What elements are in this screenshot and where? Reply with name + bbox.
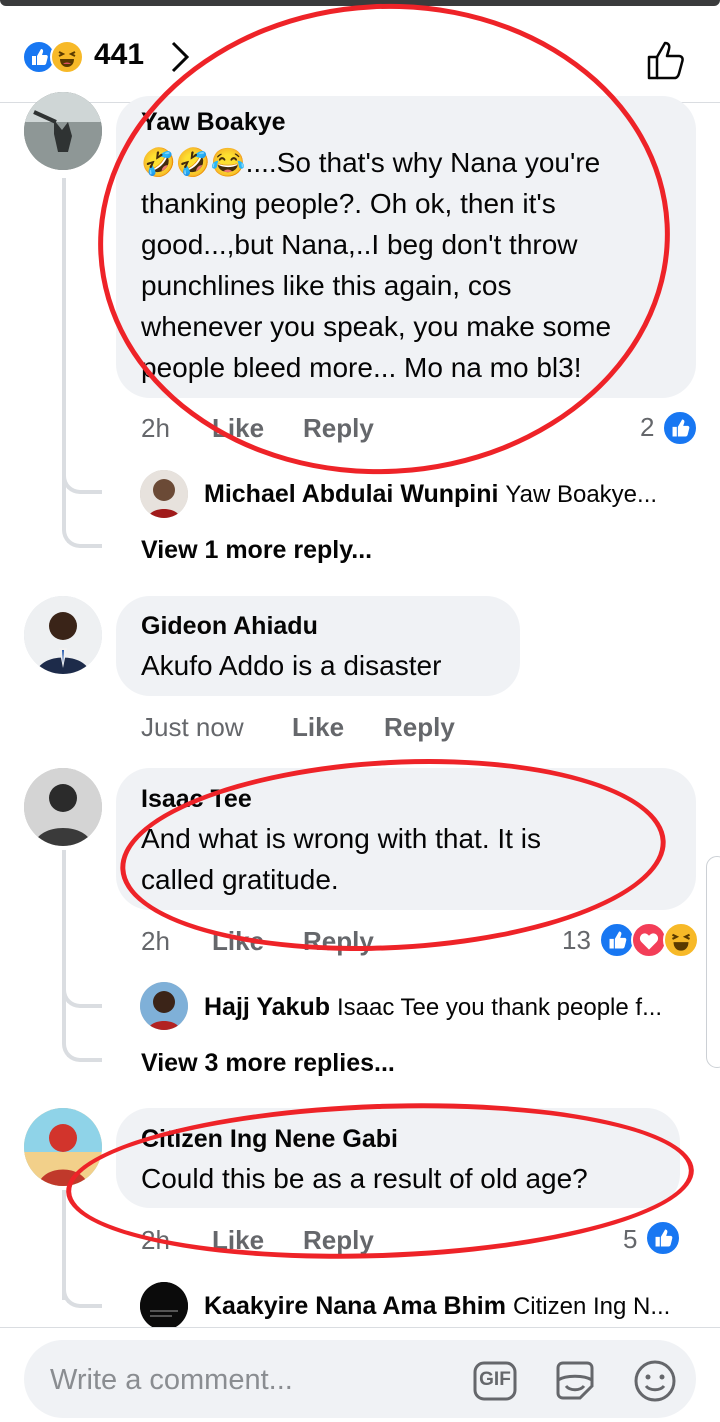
comment-author[interactable]: Isaac Tee <box>141 785 252 814</box>
like-button[interactable]: Like <box>212 413 264 444</box>
reactions-header: 441 <box>0 6 720 103</box>
like-button[interactable]: Like <box>212 926 264 957</box>
sticker-icon[interactable] <box>552 1358 598 1404</box>
chevron-right-icon[interactable] <box>168 40 192 74</box>
avatar[interactable] <box>140 470 188 518</box>
comment-text-line: And what is wrong with that. It is <box>141 823 541 854</box>
like-button[interactable]: Like <box>292 712 344 743</box>
thread-connector <box>62 982 102 1008</box>
comment-text-line: punchlines like this again, cos <box>141 270 512 301</box>
gif-button[interactable]: GIF <box>472 1358 518 1404</box>
emoji-icon[interactable] <box>632 1358 678 1404</box>
reaction-count[interactable]: 5 <box>623 1224 637 1255</box>
view-more-replies-link[interactable]: View 1 more reply... <box>141 536 372 565</box>
reaction-count[interactable]: 13 <box>562 925 591 956</box>
comment-time[interactable]: 2h <box>141 413 170 444</box>
comment-text-line: good...,but Nana,..I beg don't throw <box>141 229 578 260</box>
avatar[interactable] <box>24 92 102 170</box>
comment-time[interactable]: 2h <box>141 1225 170 1256</box>
comment-input-container[interactable]: GIF <box>24 1340 696 1420</box>
comment-author[interactable]: Gideon Ahiadu <box>141 612 318 641</box>
thread-line <box>62 850 66 1040</box>
comment-text-line: whenever you speak, you make some <box>141 311 612 342</box>
avatar[interactable] <box>24 596 102 674</box>
comment-text-line: people bleed more... Mo na mo bl3! <box>141 352 582 383</box>
reply-button[interactable]: Reply <box>303 926 374 957</box>
comment-time[interactable]: 2h <box>141 926 170 957</box>
reply-preview[interactable]: Kaakyire Nana Ama Bhim Citizen Ing N... <box>204 1292 694 1321</box>
reply-button[interactable]: Reply <box>303 1225 374 1256</box>
avatar[interactable] <box>24 768 102 846</box>
like-icon <box>599 922 635 958</box>
comment-time[interactable]: Just now <box>141 712 244 743</box>
like-icon <box>645 1220 681 1256</box>
thread-connector <box>62 468 102 494</box>
reply-button[interactable]: Reply <box>384 712 455 743</box>
thread-connector <box>62 1036 102 1062</box>
reply-preview[interactable]: Michael Abdulai Wunpini Yaw Boakye... <box>204 480 694 509</box>
reply-author[interactable]: Hajj Yakub <box>204 993 330 1021</box>
reaction-count[interactable]: 2 <box>640 412 654 443</box>
thumbs-up-icon[interactable] <box>644 38 690 84</box>
haha-icon <box>50 40 84 74</box>
comment-input[interactable] <box>48 1340 452 1420</box>
reaction-count[interactable]: 441 <box>94 38 144 72</box>
comment-text-line: called gratitude. <box>141 864 339 895</box>
reply-button[interactable]: Reply <box>303 413 374 444</box>
comment-text-line: 🤣🤣😂....So that's why Nana you're <box>141 147 601 178</box>
like-icon <box>662 410 698 446</box>
love-icon <box>631 922 667 958</box>
haha-icon <box>663 922 699 958</box>
reply-text: Isaac Tee you thank people f... <box>336 994 663 1021</box>
comment-text-line: Akufo Addo is a disaster <box>141 650 442 681</box>
view-more-replies-link[interactable]: View 3 more replies... <box>141 1049 395 1078</box>
reply-text: Citizen Ing N... <box>512 1293 671 1320</box>
scroll-handle[interactable] <box>706 856 720 1068</box>
like-button[interactable]: Like <box>212 1225 264 1256</box>
avatar[interactable] <box>140 982 188 1030</box>
comment-composer: GIF <box>0 1327 720 1422</box>
thread-connector <box>62 522 102 548</box>
reply-text: Yaw Boakye... <box>505 481 658 508</box>
comment-text-line: Could this be as a result of old age? <box>141 1163 588 1194</box>
comment-author[interactable]: Yaw Boakye <box>141 108 286 137</box>
thread-connector <box>62 1282 102 1308</box>
comment-text-line: thanking people?. Oh ok, then it's <box>141 188 556 219</box>
reply-author[interactable]: Michael Abdulai Wunpini <box>204 480 498 508</box>
reactions-summary[interactable] <box>22 40 92 74</box>
avatar[interactable] <box>140 1282 188 1330</box>
comment-author[interactable]: Citizen Ing Nene Gabi <box>141 1125 398 1154</box>
gif-label: GIF <box>479 1369 511 1390</box>
avatar[interactable] <box>24 1108 102 1186</box>
reply-preview[interactable]: Hajj Yakub Isaac Tee you thank people f.… <box>204 993 694 1022</box>
reply-author[interactable]: Kaakyire Nana Ama Bhim <box>204 1292 506 1320</box>
